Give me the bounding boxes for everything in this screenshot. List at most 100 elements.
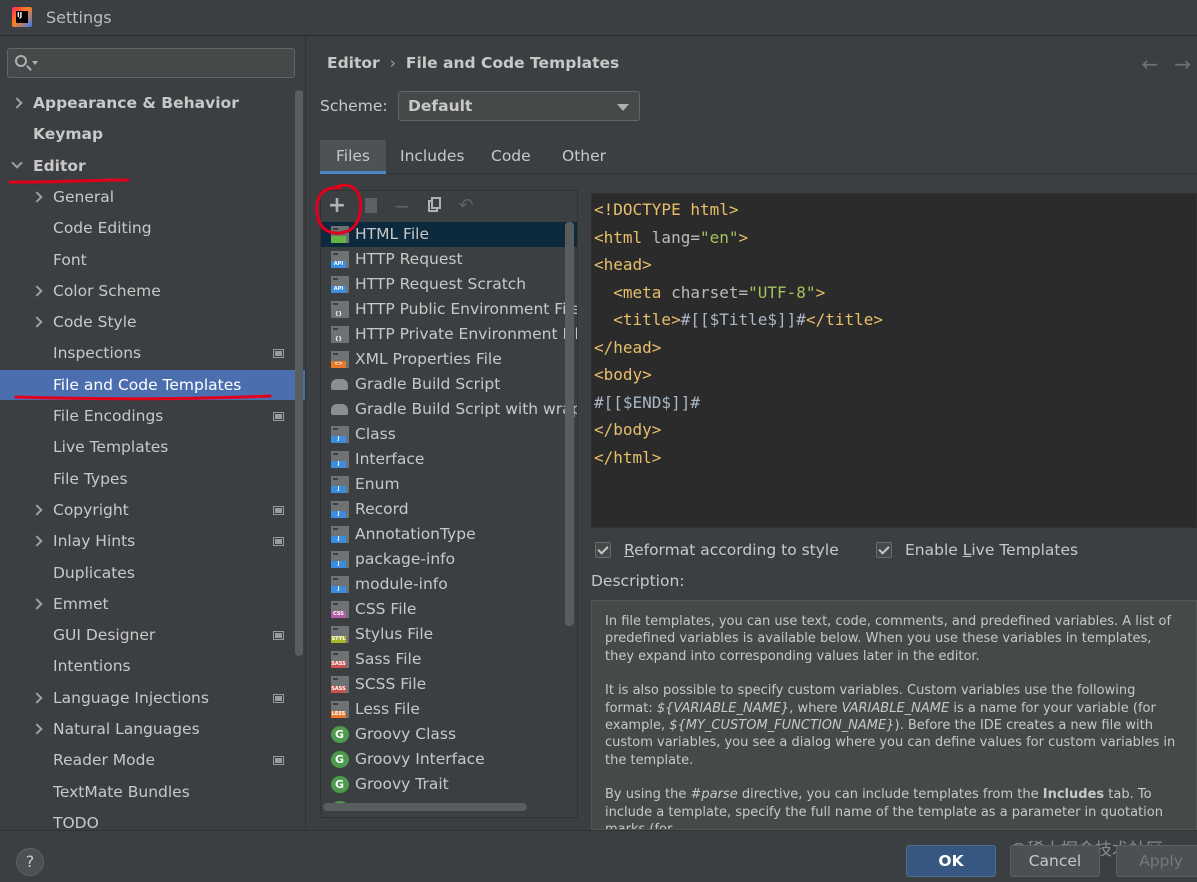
code-token: </title> [805, 310, 883, 329]
code-token: </body> [594, 420, 662, 439]
description-fragment: ${VARIABLE_NAME} [656, 700, 790, 716]
search-input[interactable] [42, 51, 290, 75]
project-level-icon [273, 537, 284, 547]
sidebar-item-keymap[interactable]: Keymap [0, 119, 305, 149]
template-item-less-file[interactable]: LESS Less File [321, 697, 577, 722]
template-item-gradle-build-script-with-wrapper[interactable]: Gradle Build Script with wrapper [321, 397, 577, 422]
template-item-stylus-file[interactable]: STYL Stylus File [321, 622, 577, 647]
template-item-gradle-build-script[interactable]: Gradle Build Script [321, 372, 577, 397]
sidebar-item-file-types[interactable]: File Types [0, 464, 305, 494]
template-code-editor[interactable]: <!DOCTYPE html> <html lang="en"> <head> <m… [591, 193, 1197, 528]
description-fragment: , where [789, 700, 842, 716]
sidebar-item-code-editing[interactable]: Code Editing [0, 213, 305, 243]
chevron-down-icon[interactable] [11, 156, 23, 169]
create-child-template-icon[interactable] [360, 195, 382, 217]
template-item-package-info[interactable]: Jpackage-info [321, 547, 577, 572]
code-token: "UTF-8" [748, 282, 816, 302]
template-item-http-private-environment-file[interactable]: {} HTTP Private Environment File [321, 322, 577, 347]
chevron-right-icon[interactable] [11, 97, 23, 109]
breadcrumb-parent[interactable]: Editor [327, 54, 380, 72]
scheme-dropdown[interactable]: Default [398, 91, 640, 121]
description-fragment: #parse [690, 787, 738, 803]
template-item-css-file[interactable]: CSS CSS File [321, 597, 577, 622]
sidebar-item-emmet[interactable]: Emmet [0, 589, 305, 619]
ok-button[interactable]: OK [906, 845, 996, 877]
sidebar-item-inspections[interactable]: Inspections [0, 338, 305, 368]
remove-template-button[interactable]: − [391, 195, 413, 217]
settings-content: Editor › File and Code Templates ← → Scheme… [306, 36, 1197, 830]
template-item-interface[interactable]: J Interface [321, 447, 577, 472]
forward-arrow-icon[interactable]: → [1174, 52, 1191, 76]
sidebar-item-label: Code Editing [53, 219, 152, 238]
add-template-button[interactable]: + [326, 195, 348, 217]
template-item-sass-file[interactable]: SASS Sass File [321, 647, 577, 672]
sidebar-item-inlay-hints[interactable]: Inlay Hints [0, 526, 305, 556]
chevron-right-icon[interactable] [31, 191, 43, 203]
sidebar-item-intentions[interactable]: Intentions [0, 651, 305, 681]
template-item-groovy-interface[interactable]: Groovy Interface [321, 747, 577, 772]
tab-other[interactable]: Other [546, 140, 622, 174]
sidebar-item-general[interactable]: General [0, 182, 305, 212]
sidebar-item-todo[interactable]: TODO [0, 808, 305, 830]
chevron-right-icon[interactable] [31, 504, 43, 516]
tab-code[interactable]: Code [475, 140, 547, 174]
reformat-checkbox[interactable] [595, 542, 611, 558]
templates-list-scrollbar[interactable] [565, 222, 574, 626]
sidebar-item-label: Reader Mode [53, 751, 156, 770]
template-item-http-request[interactable]: API HTTP Request [321, 247, 577, 272]
sidebar-item-appearance-behavior[interactable]: Appearance & Behavior [0, 88, 305, 118]
chevron-right-icon[interactable] [31, 598, 43, 610]
cancel-button[interactable]: Cancel [1010, 845, 1100, 877]
back-arrow-icon[interactable]: ← [1141, 52, 1158, 76]
sidebar-item-duplicates[interactable]: Duplicates [0, 558, 305, 588]
sidebar-scrollbar[interactable] [295, 90, 303, 656]
sidebar-item-gui-designer[interactable]: GUI Designer [0, 620, 305, 650]
sidebar-item-file-and-code-templates[interactable]: File and Code Templates [0, 369, 305, 400]
template-name: package-info [355, 550, 456, 568]
live-templates-checkbox[interactable] [876, 542, 892, 558]
code-token: charset= [671, 282, 749, 302]
sidebar-item-label: File and Code Templates [53, 375, 242, 394]
chevron-down-icon[interactable] [32, 61, 38, 65]
tab-files[interactable]: Files [320, 140, 387, 174]
code-line: <meta charset="UTF-8"> [594, 279, 825, 306]
sidebar-item-textmate-bundles[interactable]: TextMate Bundles [0, 777, 305, 807]
template-item-annotationtype[interactable]: J AnnotationType [321, 522, 577, 547]
template-item-html-file[interactable]: HTML File [321, 222, 577, 247]
chevron-right-icon[interactable] [31, 535, 43, 547]
sidebar-item-editor[interactable]: Editor [0, 151, 305, 181]
java-file-icon: J [331, 476, 349, 493]
sidebar-item-file-encodings[interactable]: File Encodings [0, 401, 305, 431]
template-item-enum[interactable]: J Enum [321, 472, 577, 497]
settings-search-box[interactable] [7, 48, 295, 78]
chevron-right-icon[interactable] [31, 316, 43, 328]
template-item-http-public-environment-file[interactable]: {} HTTP Public Environment File [321, 297, 577, 322]
chevron-right-icon[interactable] [31, 285, 43, 297]
template-item-class[interactable]: J Class [321, 422, 577, 447]
template-item-record[interactable]: J Record [321, 497, 577, 522]
sidebar-item-natural-languages[interactable]: Natural Languages [0, 714, 305, 744]
template-item-module-info[interactable]: Jmodule-info [321, 572, 577, 597]
reset-to-default-icon[interactable]: ↶ [455, 195, 477, 217]
sidebar-item-label: Live Templates [53, 438, 169, 457]
template-item-scss-file[interactable]: SASS SCSS File [321, 672, 577, 697]
help-button[interactable]: ? [16, 848, 44, 876]
file-type-tag: STYL [331, 636, 346, 643]
chevron-right-icon[interactable] [31, 723, 43, 735]
sidebar-item-copyright[interactable]: Copyright [0, 495, 305, 525]
sidebar-item-font[interactable]: Font [0, 245, 305, 275]
sidebar-item-live-templates[interactable]: Live Templates [0, 432, 305, 462]
apply-button[interactable]: Apply [1116, 845, 1197, 877]
template-item-xml-properties-file[interactable]: <> XML Properties File [321, 347, 577, 372]
sidebar-item-reader-mode[interactable]: Reader Mode [0, 745, 305, 775]
template-item-http-request-scratch[interactable]: API HTTP Request Scratch [321, 272, 577, 297]
template-item-groovy-class[interactable]: Groovy Class [321, 722, 577, 747]
copy-template-icon[interactable] [423, 195, 445, 217]
template-item-groovy-trait[interactable]: Groovy Trait [321, 772, 577, 797]
sidebar-item-color-scheme[interactable]: Color Scheme [0, 276, 305, 306]
chevron-right-icon[interactable] [31, 692, 43, 704]
sidebar-item-language-injections[interactable]: Language Injections [0, 683, 305, 713]
templates-list-horizontal-scrollbar[interactable] [323, 803, 527, 811]
tab-includes[interactable]: Includes [384, 140, 481, 174]
sidebar-item-code-style[interactable]: Code Style [0, 307, 305, 337]
